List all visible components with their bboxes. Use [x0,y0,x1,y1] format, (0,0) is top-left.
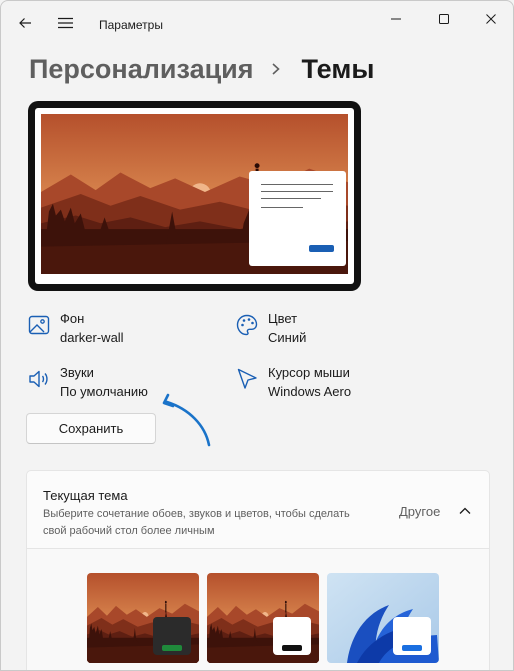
palette-icon [235,313,259,337]
minimize-icon[interactable] [373,7,419,31]
current-theme-description: Выберите сочетание обоев, звуков и цвето… [43,508,350,537]
theme-thumbnail[interactable] [327,573,439,663]
image-icon [27,313,51,337]
title-bar: Параметры [1,1,513,49]
preview-accent-button [309,245,334,252]
theme-preview [28,101,361,291]
close-icon[interactable] [468,7,513,31]
cursor-icon [235,367,259,391]
background-label: Фон [60,311,85,326]
theme-thumbnail[interactable] [87,573,199,663]
breadcrumb: Персонализация Темы [29,51,374,87]
color-value: Синий [268,330,307,345]
speaker-icon [27,367,51,391]
back-arrow-icon[interactable] [13,11,37,35]
maximize-icon[interactable] [421,7,467,31]
chevron-right-icon [270,62,290,76]
background-value: darker-wall [60,330,124,345]
cursor-label: Курсор мыши [268,365,350,380]
sounds-label: Звуки [60,365,94,380]
color-label: Цвет [268,311,298,326]
app-title: Параметры [99,18,163,32]
theme-thumbnail[interactable] [207,573,319,663]
save-button[interactable]: Сохранить [26,413,156,444]
current-theme-value: Другое [399,504,441,519]
chevron-up-icon[interactable] [457,503,473,519]
preview-wallpaper [41,114,348,274]
settings-window: Параметры Персонализация Темы Фон darker… [0,0,514,671]
page-title: Темы [301,53,375,84]
breadcrumb-parent[interactable]: Персонализация [29,54,254,85]
hamburger-icon[interactable] [53,11,77,35]
annotation-arrow [162,393,211,447]
sounds-value: По умолчанию [60,384,148,399]
cursor-value: Windows Aero [268,384,352,399]
current-theme-title: Текущая тема [43,488,128,503]
preview-window [249,171,346,266]
current-theme-header[interactable]: Текущая тема Выберите сочетание обоев, з… [26,470,490,549]
